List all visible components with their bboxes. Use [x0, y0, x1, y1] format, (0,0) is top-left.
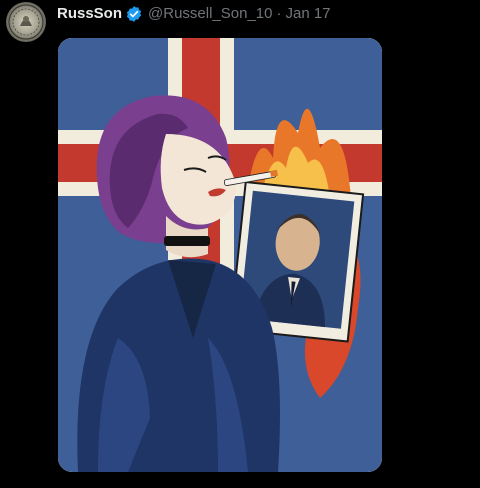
separator-dot: ·	[276, 5, 282, 22]
user-handle[interactable]: @Russell_Son_10	[148, 4, 272, 24]
display-name[interactable]: RussSon	[57, 4, 122, 24]
pop-art-illustration	[58, 38, 382, 472]
tweet-meta-line: RussSon @Russell_Son_10 · Jan 17	[57, 4, 331, 24]
tweet-media-image[interactable]	[58, 38, 382, 472]
verified-badge-icon	[125, 5, 143, 23]
post-date[interactable]: Jan 17	[285, 4, 330, 24]
tweet-header: RussSon @Russell_Son_10 · Jan 17	[6, 2, 476, 42]
coin-seal-icon	[8, 4, 44, 40]
avatar[interactable]	[6, 2, 46, 42]
